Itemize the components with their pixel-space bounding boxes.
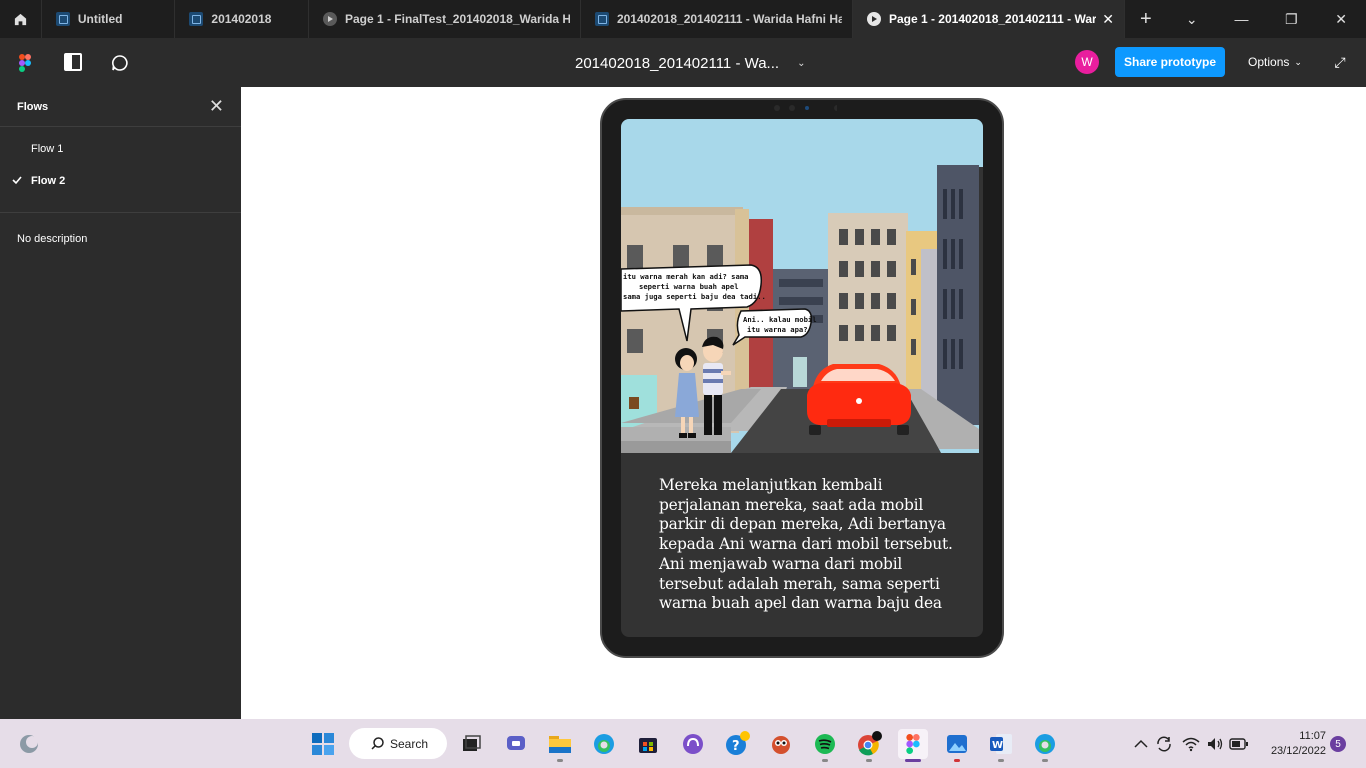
minimize-button[interactable]: — — [1217, 0, 1267, 38]
windows-taskbar: Search ? W 11:07 23/12/2022 5 — [0, 719, 1366, 768]
sidebar-toggle-icon[interactable] — [64, 53, 82, 71]
home-button[interactable] — [0, 0, 42, 38]
restore-button[interactable]: ❐ — [1266, 0, 1316, 38]
chevron-down-icon: ⌄ — [1294, 56, 1302, 67]
close-icon[interactable]: ✕ — [209, 96, 224, 117]
play-icon — [322, 12, 337, 26]
svg-text:?: ? — [732, 739, 740, 754]
prototype-toolbar: 201402018_201402111 - Wa... ⌄ W Share pr… — [0, 38, 1366, 87]
figma-logo-icon[interactable] — [16, 52, 34, 74]
chrome-icon[interactable] — [856, 731, 882, 757]
chevron-down-icon: ⌄ — [797, 57, 806, 69]
volume-icon[interactable] — [1202, 731, 1228, 757]
new-tab-button[interactable]: + — [1125, 0, 1167, 38]
tab-label: Page 1 - FinalTest_201402018_Warida Ha — [344, 12, 570, 26]
headset-app-icon[interactable] — [680, 731, 706, 757]
flows-header: Flows ✕ — [0, 87, 241, 127]
tab-list-chevron-icon[interactable]: ⌄ — [1167, 0, 1217, 38]
store-icon[interactable] — [635, 731, 661, 757]
story-text: Mereka melanjutkan kembali perjalanan me… — [659, 476, 953, 613]
file-title-text: 201402018_201402111 - Wa... — [575, 54, 780, 72]
teams-chat-icon[interactable] — [503, 731, 529, 757]
tab-label: 201402018 — [211, 12, 272, 26]
home-icon — [14, 13, 27, 25]
search-icon — [371, 737, 384, 750]
running-indicator — [822, 759, 828, 762]
edge-profile-icon[interactable] — [1032, 731, 1058, 757]
svg-text:W: W — [992, 740, 1003, 751]
battery-icon[interactable] — [1226, 731, 1252, 757]
task-view-icon[interactable] — [458, 731, 484, 757]
tab-label: 201402018_201402111 - Warida Hafni Ha — [616, 12, 842, 26]
active-indicator — [905, 759, 921, 762]
weather-widget-icon[interactable] — [16, 731, 42, 757]
start-windows-icon[interactable] — [310, 731, 336, 757]
tablet-frame: itu warna merah kan adi? sama seperti wa… — [600, 98, 1004, 658]
comic-illustration: itu warna merah kan adi? sama seperti wa… — [621, 119, 983, 465]
file-explorer-icon[interactable] — [547, 731, 573, 757]
flow-list: Flow 1 Flow 2 — [0, 127, 241, 213]
wifi-icon[interactable] — [1178, 731, 1204, 757]
notification-badge[interactable]: 5 — [1330, 736, 1346, 752]
taskbar-search[interactable]: Search — [349, 728, 447, 759]
edge-browser-icon[interactable] — [591, 731, 617, 757]
tab-prototype-finaltest[interactable]: Page 1 - FinalTest_201402018_Warida Ha — [309, 0, 581, 38]
file-icon — [594, 12, 609, 26]
clock-time: 11:07 — [1299, 730, 1326, 742]
avatar[interactable]: W — [1075, 50, 1099, 74]
flow-item-label: Flow 2 — [31, 175, 66, 187]
options-label: Options — [1248, 55, 1290, 69]
clock[interactable]: 11:07 23/12/2022 — [1260, 729, 1326, 759]
close-window-button[interactable]: ✕ — [1316, 0, 1366, 38]
play-icon — [866, 12, 881, 26]
file-icon — [55, 12, 70, 26]
file-icon — [189, 12, 204, 26]
flows-title: Flows — [17, 100, 49, 113]
clock-date: 23/12/2022 — [1270, 745, 1326, 757]
comment-icon[interactable] — [110, 53, 130, 73]
photos-icon[interactable] — [944, 731, 970, 757]
game-app-icon[interactable] — [768, 731, 794, 757]
slide-screen[interactable]: itu warna merah kan adi? sama seperti wa… — [621, 119, 983, 637]
figma-taskbar-icon[interactable] — [898, 729, 928, 759]
share-prototype-button[interactable]: Share prototype — [1115, 47, 1225, 77]
options-button[interactable]: Options ⌄ — [1240, 52, 1310, 72]
close-tab-icon[interactable]: ✕ — [1102, 11, 1114, 28]
flow-description: No description — [17, 233, 88, 245]
flow-item-label: Flow 1 — [31, 143, 64, 155]
tab-untitled[interactable]: Untitled — [42, 0, 176, 38]
tab-label: Page 1 - 201402018_201402111 - Warid — [888, 12, 1097, 26]
prototype-canvas[interactable]: itu warna merah kan adi? sama seperti wa… — [241, 87, 1366, 719]
red-car — [807, 364, 911, 435]
spotify-icon[interactable] — [812, 731, 838, 757]
tab-design-file[interactable]: 201402018_201402111 - Warida Hafni Ha — [581, 0, 853, 38]
tab-201402018[interactable]: 201402018 — [175, 0, 309, 38]
running-indicator — [866, 759, 872, 762]
tab-label: Untitled — [77, 12, 123, 26]
search-label: Search — [390, 736, 429, 751]
help-icon[interactable]: ? — [724, 731, 750, 757]
file-title[interactable]: 201402018_201402111 - Wa... ⌄ — [500, 53, 810, 73]
fullscreen-icon[interactable]: ⤢ — [1330, 52, 1350, 72]
flow-item-1[interactable]: Flow 1 — [0, 133, 241, 165]
running-indicator — [954, 759, 960, 762]
flow-item-2[interactable]: Flow 2 — [0, 165, 241, 197]
tab-bar: Untitled 201402018 Page 1 - FinalTest_20… — [0, 0, 1366, 38]
running-indicator — [557, 759, 563, 762]
camera-icon — [774, 105, 837, 111]
tab-prototype-active[interactable]: Page 1 - 201402018_201402111 - Warid ✕ — [852, 0, 1125, 38]
checkmark-icon — [12, 176, 22, 185]
flows-sidebar: Flows ✕ Flow 1 Flow 2 No description — [0, 87, 241, 719]
running-indicator — [998, 759, 1004, 762]
running-indicator — [1042, 759, 1048, 762]
word-icon[interactable]: W — [988, 731, 1014, 757]
sync-icon[interactable] — [1151, 731, 1177, 757]
